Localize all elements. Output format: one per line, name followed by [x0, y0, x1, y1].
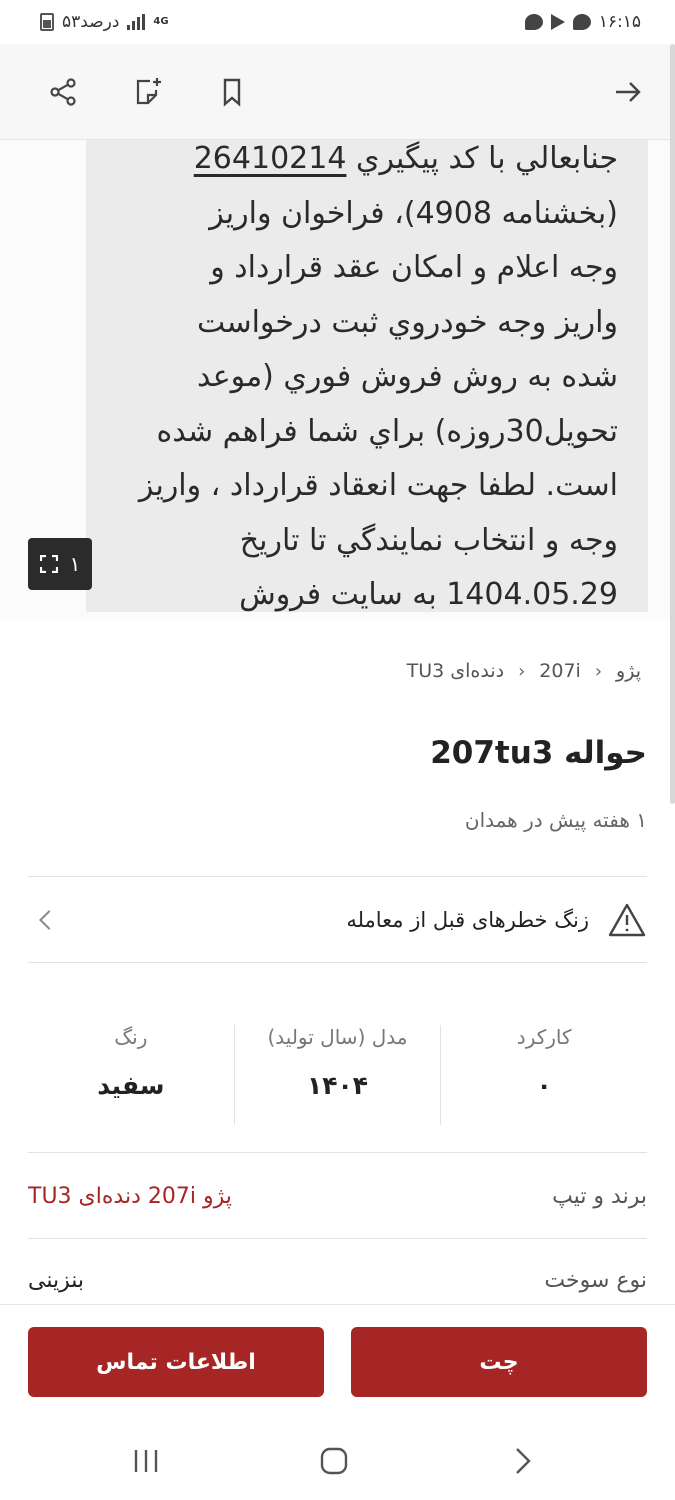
contact-info-button[interactable]: اطلاعات تماس	[28, 1327, 324, 1397]
divider	[28, 1238, 647, 1239]
message-notification-icon	[572, 14, 591, 30]
brand-link[interactable]: پژو 207i دنده‌ای TU3	[28, 1184, 232, 1209]
spec-label: رنگ	[114, 1025, 148, 1049]
add-note-icon	[136, 78, 161, 105]
doc-line: 1404.05.29 به سايت فروش	[239, 577, 618, 612]
divider	[28, 1152, 647, 1153]
home-icon	[320, 1447, 348, 1475]
share-button[interactable]	[39, 68, 87, 116]
doc-line: شده به روش فروش فوري (موعد	[196, 359, 618, 394]
chat-button[interactable]: چت	[351, 1327, 647, 1397]
risk-notice-text: زنگ خطرهای قبل از معامله	[346, 908, 589, 932]
tracking-code: 26410214	[193, 141, 347, 176]
detail-row-brand: برند و تیپ پژو 207i دنده‌ای TU3	[28, 1166, 647, 1226]
fullscreen-icon	[39, 555, 58, 573]
add-note-button[interactable]	[124, 68, 172, 116]
page-title: حواله 207tu3	[430, 735, 647, 771]
bookmark-icon	[223, 78, 241, 107]
detail-row-fuel: نوع سوخت بنزینی	[28, 1250, 647, 1310]
risk-notice-label: زنگ خطرهای قبل از معامله	[346, 902, 647, 938]
signal-icon	[127, 14, 146, 30]
spec-model-year: مدل (سال تولید) ۱۴۰۴	[235, 1025, 442, 1125]
doc-line: است. لطفا جهت انعقاد قرارداد ، واريز	[138, 468, 618, 503]
status-bar: ۵۳درصد 4G ۱۶:۱۵	[0, 0, 675, 44]
post-time-location: ۱ هفته پیش در همدان	[464, 808, 647, 832]
spec-value: ۱۴۰۴	[306, 1071, 369, 1100]
battery-text: ۵۳درصد	[62, 12, 120, 32]
scrollbar[interactable]	[670, 44, 675, 804]
spec-label: مدل (سال تولید)	[267, 1025, 408, 1049]
home-button[interactable]	[304, 1436, 364, 1486]
chevron-left-icon	[39, 910, 59, 930]
breadcrumb-item[interactable]: پژو	[616, 660, 641, 682]
spec-value: سفید	[97, 1071, 165, 1100]
recent-apps-button[interactable]	[116, 1436, 176, 1486]
divider	[28, 962, 647, 963]
system-back-button[interactable]	[492, 1436, 552, 1486]
clock: ۱۶:۱۵	[598, 12, 641, 32]
breadcrumb-item[interactable]: 207i	[539, 660, 581, 682]
doc-line: واريز وجه خودروي ثبت درخواست	[196, 304, 618, 340]
warning-icon	[608, 903, 646, 937]
action-bar: چت اطلاعات تماس	[0, 1304, 675, 1424]
detail-label: نوع سوخت	[544, 1267, 647, 1293]
detail-label: برند و تیپ	[552, 1183, 647, 1209]
document-photo: جنابعالي با کد پيگيري 26410214 (بخشنامه …	[86, 140, 648, 612]
breadcrumb-item[interactable]: دنده‌ای TU3	[407, 660, 504, 682]
share-icon	[50, 78, 76, 106]
top-toolbar	[0, 44, 675, 140]
status-left: ۵۳درصد 4G	[40, 12, 169, 32]
recent-apps-icon	[134, 1450, 158, 1472]
message-notification-icon	[524, 14, 543, 30]
system-nav-bar	[0, 1424, 675, 1500]
play-store-icon	[550, 14, 565, 30]
status-right: ۱۶:۱۵	[524, 12, 641, 32]
breadcrumb: پژو ‹ 207i ‹ دنده‌ای TU3	[407, 660, 641, 682]
risk-notice-row[interactable]: زنگ خطرهای قبل از معامله	[28, 878, 647, 962]
image-count: ۱	[69, 552, 81, 576]
chevron-left-icon: ‹	[594, 660, 603, 682]
back-button[interactable]	[604, 68, 652, 116]
doc-line: وجه و انتخاب نمايندگي تا تاريخ	[239, 522, 618, 558]
detail-value: بنزینی	[28, 1267, 84, 1293]
spec-value: ۰	[536, 1071, 552, 1100]
bookmark-button[interactable]	[208, 68, 256, 116]
spec-mileage: کارکرد ۰	[441, 1025, 647, 1125]
doc-line: (بخشنامه 4908)، فراخوان واريز	[209, 195, 618, 231]
chevron-right-icon	[516, 1448, 531, 1474]
divider	[28, 876, 647, 877]
doc-line: تحويل30روزه) براي شما فراهم شده	[156, 413, 618, 449]
spec-summary: کارکرد ۰ مدل (سال تولید) ۱۴۰۴ رنگ سفید	[28, 1025, 647, 1125]
spec-label: کارکرد	[516, 1025, 572, 1049]
doc-line: وجه اعلام و امکان عقد قرارداد و	[210, 250, 618, 285]
image-counter-button[interactable]: ۱	[28, 538, 92, 590]
battery-icon	[40, 13, 54, 31]
network-badge: 4G	[153, 16, 169, 27]
arrow-right-icon	[616, 82, 641, 102]
chevron-left-icon: ‹	[518, 660, 526, 682]
spec-color: رنگ سفید	[28, 1025, 235, 1125]
listing-image[interactable]: جنابعالي با کد پيگيري 26410214 (بخشنامه …	[0, 140, 675, 620]
doc-line: جنابعالي با کد پيگيري 26410214	[193, 141, 618, 176]
